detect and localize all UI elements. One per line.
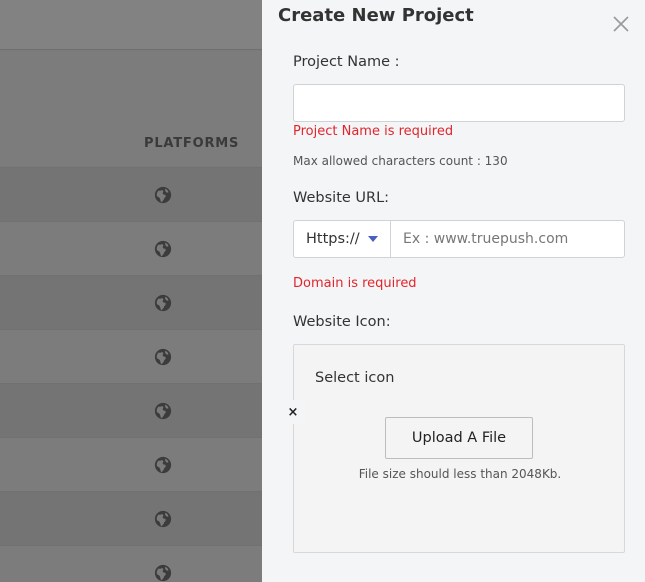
background-table-row [0,545,262,582]
globe-icon [154,402,172,420]
background-table-row [0,437,262,491]
project-name-input[interactable] [293,84,625,122]
select-icon-text: Select icon [315,370,395,386]
close-icon[interactable] [611,14,631,34]
background-table-row [0,329,262,383]
protocol-select[interactable]: Https:// [294,221,391,257]
website-url-label: Website URL: [293,190,390,206]
globe-icon [154,348,172,366]
upload-file-button[interactable]: Upload A File [385,417,533,459]
dismiss-x-icon[interactable]: × [281,400,305,424]
background-table-row [0,491,262,545]
globe-icon [154,456,172,474]
globe-icon [154,510,172,528]
project-name-error: Project Name is required [293,124,454,139]
background-topbar [0,0,262,50]
platforms-column-header: PLATFORMS [144,136,240,151]
globe-icon [154,186,172,204]
background-page: PLATFORMS [0,0,262,582]
domain-error: Domain is required [293,276,417,291]
globe-icon [154,294,172,312]
create-project-drawer: Create New Project Project Name : Projec… [262,0,645,582]
background-table-row [0,221,262,275]
website-icon-label: Website Icon: [293,314,391,330]
background-table-row [0,275,262,329]
caret-down-icon [367,236,378,242]
globe-icon [154,564,172,582]
background-table-row [0,383,262,437]
file-size-hint: File size should less than 2048Kb. [358,467,562,481]
globe-icon [154,240,172,258]
background-table-row [0,167,262,221]
drawer-title: Create New Project [278,5,474,26]
website-url-group: Https:// [293,220,625,258]
website-url-input[interactable] [391,221,624,257]
icon-upload-box: Select icon Upload A File File size shou… [293,344,625,553]
project-name-label: Project Name : [293,54,400,70]
project-name-char-hint: Max allowed characters count : 130 [293,154,508,168]
protocol-select-value: Https:// [306,231,360,247]
